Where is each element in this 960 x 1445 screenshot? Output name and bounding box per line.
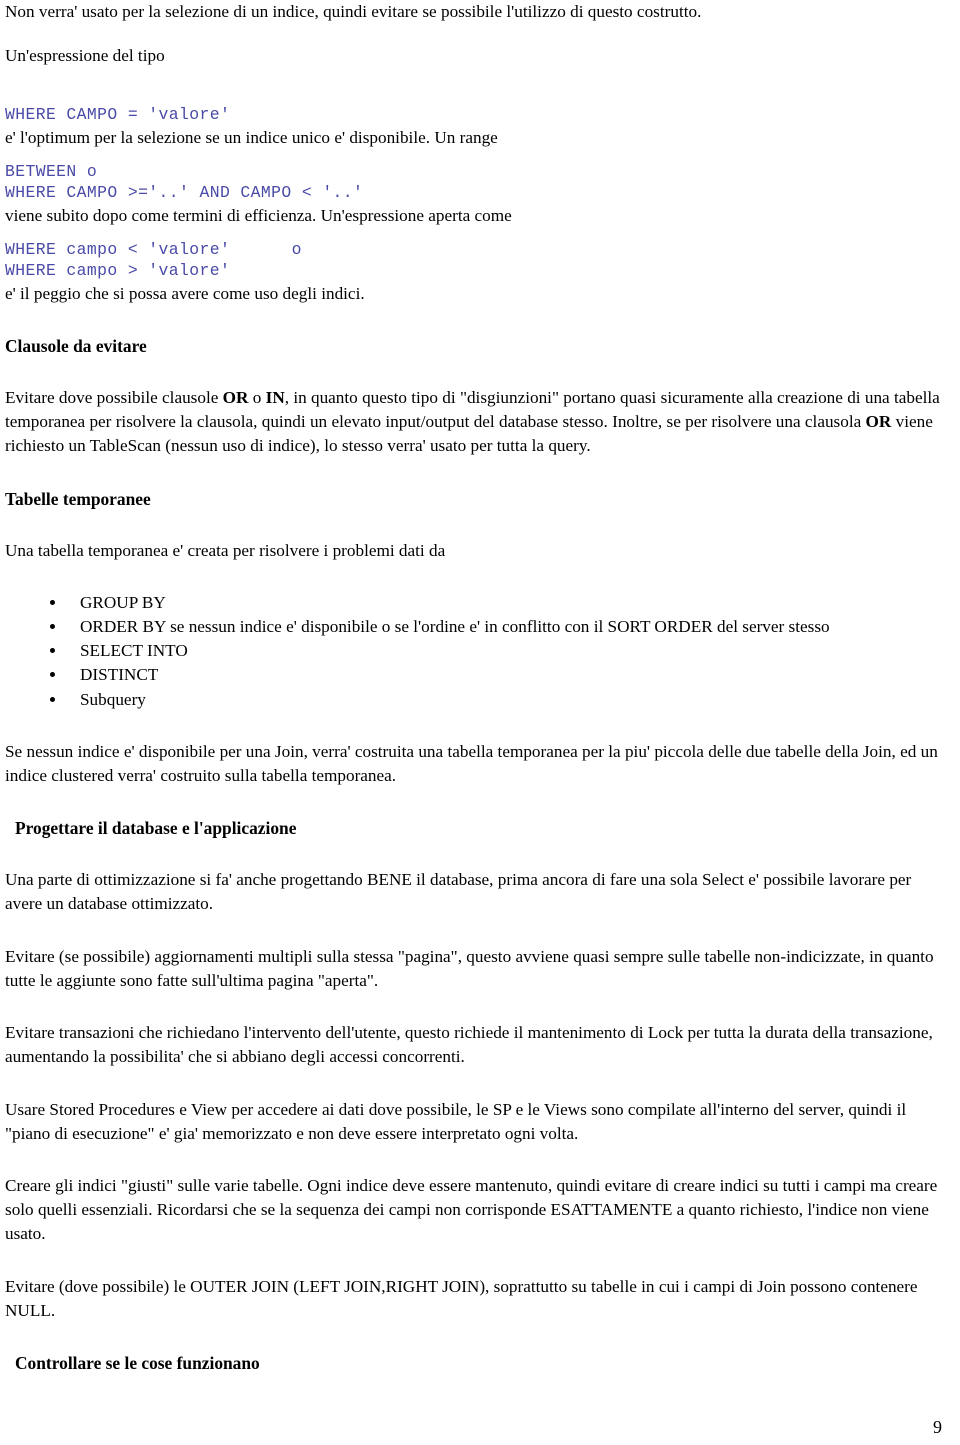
code-block-2-line-1: BETWEEN o	[5, 162, 98, 182]
clausole-text-1: Evitare dove possibile clausole	[5, 388, 223, 408]
progettare-paragraph-2: Evitare (se possibile) aggiornamenti mul…	[5, 946, 934, 990]
tabelle-temporanee-bullet-list: GROUP BY ORDER BY se nessun indice e' di…	[5, 591, 950, 712]
bullet-icon	[50, 648, 55, 654]
heading-clausole-da-evitare: Clausole da evitare	[5, 336, 147, 357]
clausole-text-2: o	[248, 388, 266, 408]
clausole-bold-in: IN	[265, 388, 285, 408]
bullet-icon	[50, 599, 55, 605]
list-item-label: ORDER BY se nessun indice e' disponibile…	[80, 617, 830, 637]
heading-controllare-se-le-cose-funzionano: Controllare se le cose funzionano	[15, 1352, 260, 1373]
clausole-bold-or-2: OR	[865, 412, 892, 432]
expression-intro-paragraph: Un'espressione del tipo	[5, 46, 165, 66]
tabelle-closing-paragraph: Se nessun indice e' disponibile per una …	[5, 741, 938, 786]
list-item: ORDER BY se nessun indice e' disponibile…	[5, 615, 950, 639]
code-block-2-line-2: WHERE CAMPO >='..' AND CAMPO < '..'	[5, 183, 364, 203]
clausole-bold-or-1: OR	[222, 388, 249, 408]
progettare-paragraph-6: Evitare (dove possibile) le OUTER JOIN (…	[5, 1276, 918, 1320]
progettare-paragraph-5: Creare gli indici "giusti" sulle varie t…	[5, 1175, 938, 1244]
list-item: Subquery	[5, 688, 950, 712]
bullet-icon	[50, 672, 55, 678]
intro-paragraph: Non verra' usato per la selezione di un …	[5, 2, 702, 21]
code-block-1: WHERE CAMPO = 'valore'	[5, 105, 231, 125]
tabelle-intro-paragraph: Una tabella temporanea e' creata per ris…	[5, 540, 446, 560]
clausole-paragraph: Evitare dove possibile clausole OR o IN,…	[5, 386, 950, 459]
bullet-icon	[50, 624, 55, 630]
list-item-label: DISTINCT	[80, 665, 159, 685]
progettare-paragraph-3: Evitare transazioni che richiedano l'int…	[5, 1023, 933, 1067]
after-code-2-paragraph: viene subito dopo come termini di effici…	[5, 205, 512, 225]
after-code-3-paragraph: e' il peggio che si possa avere come uso…	[5, 283, 365, 303]
heading-progettare-database: Progettare il database e l'applicazione	[15, 818, 297, 839]
heading-tabelle-temporanee: Tabelle temporanee	[5, 488, 151, 509]
bullet-icon	[50, 696, 55, 702]
code-block-3-line-2: WHERE campo > 'valore'	[5, 261, 231, 281]
list-item: DISTINCT	[5, 663, 950, 687]
list-item-label: GROUP BY	[80, 592, 166, 612]
list-item-label: SELECT INTO	[80, 641, 188, 661]
progettare-paragraph-4: Usare Stored Procedures e View per acced…	[5, 1099, 907, 1143]
document-page: Non verra' usato per la selezione di un …	[0, 0, 960, 1445]
progettare-paragraph-1: Una parte di ottimizzazione si fa' anche…	[5, 870, 912, 914]
code-block-3-line-1: WHERE campo < 'valore' o	[5, 240, 302, 260]
list-item-label: Subquery	[80, 689, 146, 709]
page-number: 9	[933, 1417, 942, 1437]
list-item: GROUP BY	[5, 591, 950, 615]
after-code-1-paragraph: e' l'optimum per la selezione se un indi…	[5, 127, 498, 147]
list-item: SELECT INTO	[5, 639, 950, 663]
